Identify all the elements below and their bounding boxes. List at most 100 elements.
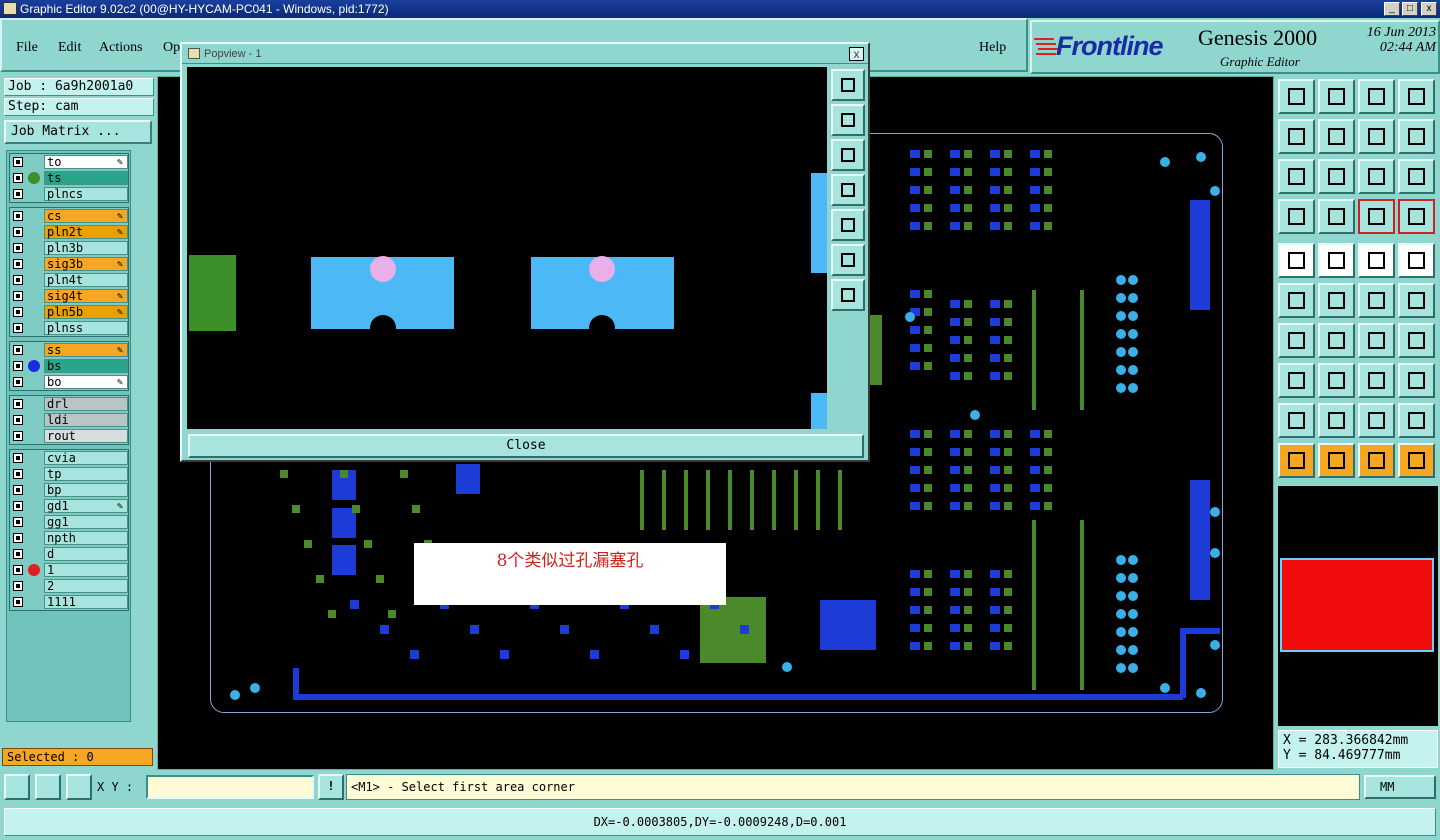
pins-icon[interactable] (1358, 199, 1395, 234)
layer-row[interactable]: ss ✎ (10, 342, 128, 358)
outline-a-icon[interactable] (1318, 403, 1355, 438)
slash-icon[interactable] (1318, 323, 1355, 358)
layer-checkbox[interactable] (13, 157, 23, 167)
layer-name[interactable]: 1111 (44, 595, 128, 609)
pan-down-icon[interactable] (831, 139, 865, 171)
save-icon[interactable] (1318, 79, 1355, 114)
layer-row[interactable]: plncs (10, 186, 128, 202)
layer-row[interactable]: cvia (10, 450, 128, 466)
layer-row[interactable]: pln2t ✎ (10, 224, 128, 240)
menu-options[interactable]: Op (163, 40, 180, 56)
units-select[interactable]: MM (1364, 775, 1436, 799)
layer-checkbox[interactable] (13, 243, 23, 253)
layer-name[interactable]: d (44, 547, 128, 561)
left-icon[interactable] (1278, 119, 1315, 154)
job-matrix-button[interactable]: Job Matrix ... (4, 120, 152, 144)
layer-name[interactable]: ldi (44, 413, 128, 427)
layer-row[interactable]: bo ✎ (10, 374, 128, 390)
circle-icon[interactable] (1398, 243, 1435, 278)
angle-icon[interactable] (1278, 323, 1315, 358)
right-icon[interactable] (1318, 119, 1355, 154)
zoom-out-icon[interactable] (831, 279, 865, 311)
layer-checkbox[interactable] (13, 377, 23, 387)
layer-checkbox[interactable] (13, 453, 23, 463)
arc-a-icon[interactable] (1358, 403, 1395, 438)
layer-checkbox[interactable] (13, 533, 23, 543)
popview-close-button[interactable]: Close (188, 434, 864, 458)
layer-checkbox[interactable] (13, 501, 23, 511)
pan-left-icon[interactable] (831, 174, 865, 206)
layer-checkbox[interactable] (13, 517, 23, 527)
help-icon[interactable] (1398, 159, 1435, 194)
layer-checkbox[interactable] (13, 345, 23, 355)
layer-row[interactable]: d (10, 546, 128, 562)
rotate-icon[interactable] (1358, 323, 1395, 358)
layer-checkbox[interactable] (13, 415, 23, 425)
layer-row[interactable]: to ✎ (10, 154, 128, 170)
layer-name[interactable]: cs ✎ (44, 209, 128, 223)
layer-name[interactable]: ts (44, 171, 128, 185)
layer-checkbox[interactable] (13, 469, 23, 479)
layer-checkbox[interactable] (13, 227, 23, 237)
popview-canvas[interactable] (187, 67, 827, 429)
layer-name[interactable]: pln5b ✎ (44, 305, 128, 319)
layer-name[interactable]: bo ✎ (44, 375, 128, 389)
layer-name[interactable]: to ✎ (44, 155, 128, 169)
cross-a-icon[interactable] (1398, 403, 1435, 438)
pan-right-icon[interactable] (831, 209, 865, 241)
layer-checkbox[interactable] (13, 581, 23, 591)
layer-name[interactable]: 2 (44, 579, 128, 593)
s-curve-icon[interactable] (1398, 119, 1435, 154)
grid-icon[interactable] (1318, 199, 1355, 234)
layer-checkbox[interactable] (13, 597, 23, 607)
layer-row[interactable]: ts (10, 170, 128, 186)
snap-grid-icon[interactable] (66, 774, 92, 800)
layer-row[interactable]: bp (10, 482, 128, 498)
pointer-frame-icon[interactable] (1318, 443, 1355, 478)
close-window-button[interactable]: x (1421, 2, 1437, 16)
wrench-icon[interactable] (1278, 199, 1315, 234)
zoom-area-icon[interactable] (4, 774, 30, 800)
layer-name[interactable]: plncs (44, 187, 128, 201)
center-icon[interactable] (1318, 159, 1355, 194)
move-icon[interactable] (1318, 363, 1355, 398)
layer-checkbox[interactable] (13, 323, 23, 333)
layer-checkbox[interactable] (13, 173, 23, 183)
pointer-icon[interactable] (1278, 443, 1315, 478)
maximize-button[interactable]: □ (1402, 2, 1418, 16)
shapes-icon[interactable] (1398, 363, 1435, 398)
layer-row[interactable]: npth (10, 530, 128, 546)
layer-name[interactable]: npth (44, 531, 128, 545)
fit-icon[interactable] (1278, 159, 1315, 194)
house-icon[interactable] (1358, 79, 1395, 114)
layer-row[interactable]: 2 (10, 578, 128, 594)
triangle-icon[interactable] (1278, 403, 1315, 438)
layer-row[interactable]: rout (10, 428, 128, 444)
layer-name[interactable]: plnss (44, 321, 128, 335)
layer-name[interactable]: cvia (44, 451, 128, 465)
layer-row[interactable]: sig3b ✎ (10, 256, 128, 272)
layer-checkbox[interactable] (13, 431, 23, 441)
layer-row[interactable]: cs ✎ (10, 208, 128, 224)
layer-name[interactable]: tp (44, 467, 128, 481)
layer-name[interactable]: sig4t ✎ (44, 289, 128, 303)
measure-ruler-icon[interactable] (1358, 243, 1395, 278)
menu-file[interactable]: File (16, 40, 38, 56)
menu-help[interactable]: Help (979, 40, 1006, 56)
menu-actions[interactable]: Actions (99, 40, 143, 56)
layer-row[interactable]: drl (10, 396, 128, 412)
layer-row[interactable]: bs (10, 358, 128, 374)
layer-checkbox[interactable] (13, 307, 23, 317)
layer-row[interactable]: tp (10, 466, 128, 482)
route-icon[interactable] (1398, 443, 1435, 478)
overview-map[interactable] (1278, 486, 1438, 726)
split-icon[interactable] (1398, 79, 1435, 114)
zoom-in-icon[interactable] (831, 244, 865, 276)
layer-row[interactable]: gg1 (10, 514, 128, 530)
pins-red-icon[interactable] (1398, 199, 1435, 234)
flip-icon[interactable] (1398, 323, 1435, 358)
layer-row[interactable]: 1111 (10, 594, 128, 610)
cross-icon[interactable] (1318, 283, 1355, 318)
measure-icon[interactable] (35, 774, 61, 800)
layer-checkbox[interactable] (13, 189, 23, 199)
